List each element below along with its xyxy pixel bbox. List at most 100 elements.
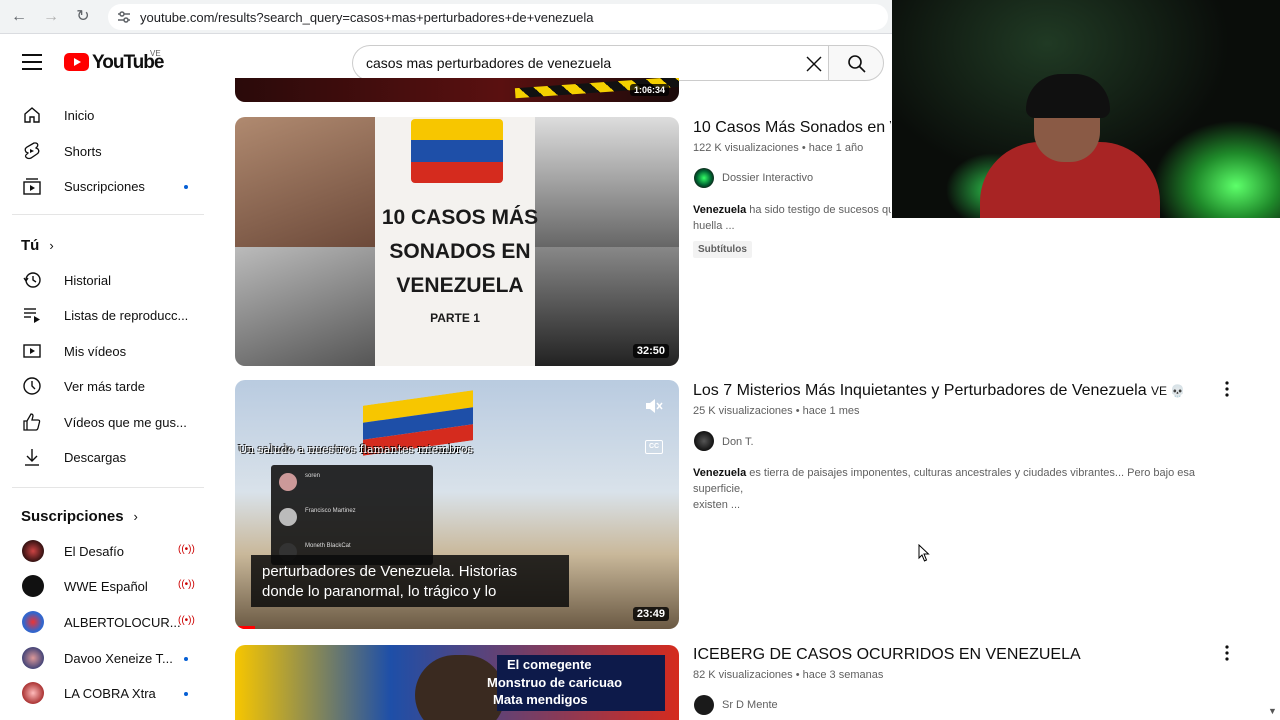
live-icon: ((•)) xyxy=(178,615,195,626)
you-section-heading[interactable]: Tú › xyxy=(21,237,54,254)
new-content-dot xyxy=(184,185,188,189)
avatar xyxy=(22,540,44,562)
chevron-right-icon: › xyxy=(133,509,138,524)
sidebar-item-label: El Desafío xyxy=(64,544,124,559)
browser-toolbar: ← → ↻ youtube.com/results?search_query=c… xyxy=(0,0,892,34)
forward-icon[interactable]: → xyxy=(41,7,61,27)
playlists-icon xyxy=(24,308,40,323)
sidebar-item-label: Ver más tarde xyxy=(64,379,145,394)
chevron-right-icon: › xyxy=(49,238,54,253)
channel-avatar[interactable] xyxy=(694,695,714,715)
sidebar-item-history[interactable]: Historial xyxy=(12,262,204,298)
new-content-dot xyxy=(184,692,188,696)
caption-box: perturbadores de Venezuela. Historias do… xyxy=(251,555,569,607)
thumbnail-subtitle: PARTE 1 xyxy=(430,311,480,325)
thumbnail-headline: 10 CASOS MÁS SONADOS EN VENEZUELA xyxy=(381,206,539,297)
liked-icon xyxy=(23,413,41,431)
clear-icon[interactable] xyxy=(805,55,823,73)
sidebar-item-liked-videos[interactable]: Vídeos que me gus... xyxy=(12,404,204,440)
photo-boxer xyxy=(235,117,375,247)
channel-avatar[interactable] xyxy=(694,168,714,188)
channel-name[interactable]: Dossier Interactivo xyxy=(722,172,813,184)
watch-later-icon xyxy=(23,377,41,395)
search-icon xyxy=(848,55,866,73)
channel-name[interactable]: Don T. xyxy=(722,436,754,448)
sidebar-item-label: Shorts xyxy=(64,144,102,159)
thumbnail-text-panel: El comegente Monstruo de caricuao Mata m… xyxy=(487,655,665,711)
photo-woman xyxy=(235,247,375,366)
site-settings-icon[interactable] xyxy=(116,9,132,25)
video-title-1[interactable]: 10 Casos Más Sonados en V xyxy=(693,119,891,137)
avatar xyxy=(22,682,44,704)
search-input[interactable]: casos mas perturbadores de venezuela xyxy=(352,45,828,81)
video-description-1: Venezuela ha sido testigo de sucesos que… xyxy=(693,204,891,232)
subscriptions-heading[interactable]: Suscripciones › xyxy=(21,508,138,525)
green-light xyxy=(1152,120,1280,218)
scroll-down-arrow[interactable]: ▼ xyxy=(1268,706,1277,716)
video-description-2: Venezuela es tierra de paisajes imponent… xyxy=(693,467,1196,511)
your-videos-icon xyxy=(23,344,41,358)
sidebar-item-subscriptions[interactable]: Suscripciones xyxy=(12,168,204,204)
subscription-albertolocura[interactable]: ALBERTOLOCUR... ((•)) xyxy=(12,604,204,640)
video-duration: 32:50 xyxy=(632,344,669,358)
live-icon: ((•)) xyxy=(178,579,195,590)
sidebar-item-your-videos[interactable]: Mis vídeos xyxy=(12,333,204,369)
history-icon xyxy=(23,272,41,288)
address-bar[interactable]: youtube.com/results?search_query=casos+m… xyxy=(108,4,888,30)
video-title-2[interactable]: Los 7 Misterios Más Inquietantes y Pertu… xyxy=(693,382,1185,400)
sidebar-item-label: Mis vídeos xyxy=(64,344,127,359)
sidebar-item-shorts[interactable]: Shorts xyxy=(12,133,204,169)
video-title-3[interactable]: ICEBERG DE CASOS OCURRIDOS EN VENEZUELA xyxy=(693,646,1081,664)
subtitles-badge: Subtítulos xyxy=(693,241,752,258)
channel-avatar[interactable] xyxy=(694,431,714,451)
more-options-icon[interactable] xyxy=(1218,380,1236,398)
sidebar-item-playlists[interactable]: Listas de reproducc... xyxy=(12,297,204,333)
sidebar-item-label: Inicio xyxy=(64,108,95,123)
download-icon xyxy=(25,449,39,466)
subscription-wwe-espanol[interactable]: WWE Español ((•)) xyxy=(12,568,204,604)
subscriptions-heading-label: Suscripciones xyxy=(21,508,124,525)
more-options-icon[interactable] xyxy=(1218,644,1236,662)
video-meta-3: 82 K visualizaciones • hace 3 semanas xyxy=(693,669,884,681)
subscription-el-desafio[interactable]: El Desafío ((•)) xyxy=(12,533,204,569)
sidebar-item-watch-later[interactable]: Ver más tarde xyxy=(12,368,204,404)
sidebar-item-downloads[interactable]: Descargas xyxy=(12,439,204,475)
video-duration: 23:49 xyxy=(632,607,669,621)
video-thumbnail-3[interactable]: El comegente Monstruo de caricuao Mata m… xyxy=(235,645,679,720)
video-thumbnail-2[interactable]: Un saludo a nuestros flamantes miembros … xyxy=(235,380,679,629)
shorts-icon xyxy=(24,142,40,160)
mouse-cursor-icon xyxy=(918,544,930,562)
avatar xyxy=(22,611,44,633)
reload-icon[interactable]: ↻ xyxy=(73,7,93,27)
search-input-value: casos mas perturbadores de venezuela xyxy=(366,55,612,71)
new-content-dot xyxy=(184,657,188,661)
search-button[interactable] xyxy=(828,45,884,81)
video-thumbnail-1[interactable]: 10 CASOS MÁS SONADOS EN VENEZUELA PARTE … xyxy=(235,117,679,366)
youtube-play-icon xyxy=(64,53,89,71)
sidebar-item-label: WWE Español xyxy=(64,579,148,594)
subscription-la-cobra-xtra[interactable]: LA COBRA Xtra xyxy=(12,675,204,711)
closed-captions-icon[interactable]: CC xyxy=(645,440,663,454)
members-caption: Un saludo a nuestros flamantes miembros xyxy=(238,443,474,456)
video-meta-2: 25 K visualizaciones • hace 1 mes xyxy=(693,405,860,417)
mute-icon[interactable] xyxy=(645,398,663,414)
sidebar-item-label: Historial xyxy=(64,273,111,288)
home-icon xyxy=(24,107,40,123)
sidebar-item-label: Davoo Xeneize T... xyxy=(64,651,173,666)
avatar xyxy=(22,575,44,597)
back-icon[interactable]: ← xyxy=(9,7,29,27)
sidebar-item-label: Vídeos que me gus... xyxy=(64,415,187,430)
video-duration: 1:06:34 xyxy=(629,84,669,96)
subscription-davoo-xeneize[interactable]: Davoo Xeneize T... xyxy=(12,640,204,676)
members-panel: soren Francisco Martinez Moneth BlackCat xyxy=(271,465,433,565)
video-meta-1: 122 K visualizaciones • hace 1 año xyxy=(693,142,864,154)
video-thumbnail-previous[interactable]: 1:06:34 xyxy=(235,78,679,102)
sidebar-item-label: Listas de reproducc... xyxy=(64,308,189,323)
url-text: youtube.com/results?search_query=casos+m… xyxy=(140,10,594,25)
channel-name[interactable]: Sr D Mente xyxy=(722,699,778,711)
subscriptions-icon xyxy=(23,178,41,195)
sidebar-item-label: Descargas xyxy=(64,450,127,465)
menu-icon[interactable] xyxy=(22,54,42,70)
sidebar-item-home[interactable]: Inicio xyxy=(12,97,204,133)
you-heading-label: Tú xyxy=(21,237,40,254)
